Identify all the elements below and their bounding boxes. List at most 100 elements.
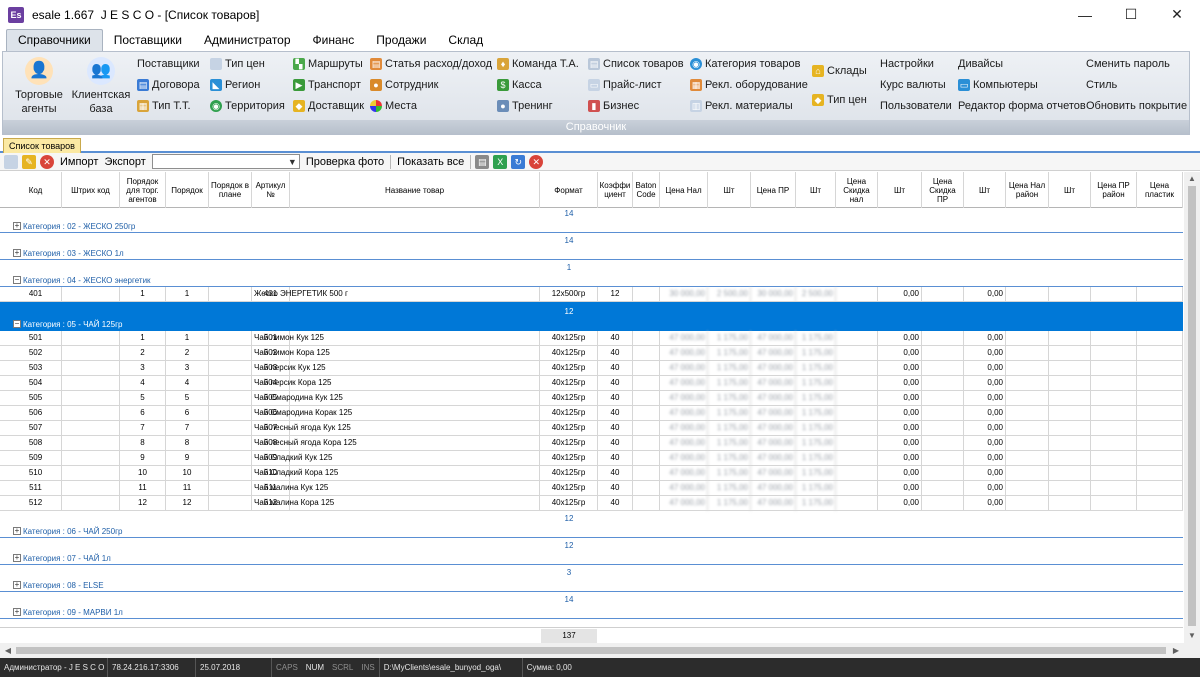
cell-order-agents[interactable]: 4 xyxy=(120,376,166,391)
cell-empty[interactable] xyxy=(922,436,964,451)
cell-order[interactable]: 1 xyxy=(166,287,209,302)
cell-disc-cash-qty[interactable]: 0,00 xyxy=(878,391,922,406)
table-row[interactable]: 506 6 6 506 Чай Смародина Корак 125 40x125гр 4… xyxy=(0,406,1183,421)
expand-icon[interactable]: + xyxy=(13,249,21,257)
cell-price-cash[interactable]: 47 000,00 xyxy=(660,391,708,406)
cell-order-agents[interactable]: 1 xyxy=(120,331,166,346)
cell-empty[interactable] xyxy=(836,346,878,361)
cell-order-agents[interactable]: 3 xyxy=(120,361,166,376)
cell-price-cash[interactable]: 47 000,00 xyxy=(660,436,708,451)
cell-order-agents[interactable]: 7 xyxy=(120,421,166,436)
cell-empty[interactable] xyxy=(836,436,878,451)
cell-empty[interactable] xyxy=(836,406,878,421)
cell-name[interactable]: Чай Сладкий Кук 125 xyxy=(252,451,540,466)
cell-coef[interactable]: 12 xyxy=(598,287,633,302)
ribbon-item-currency[interactable]: Курс валюты xyxy=(880,77,946,93)
cell-qty1[interactable]: 1 175,00 xyxy=(708,451,751,466)
cell-order[interactable]: 1 xyxy=(166,331,209,346)
cell-empty[interactable] xyxy=(1006,421,1049,436)
cell-empty[interactable] xyxy=(1137,331,1183,346)
cell-order-agents[interactable]: 8 xyxy=(120,436,166,451)
cell-price-cash[interactable]: 47 000,00 xyxy=(660,361,708,376)
column-header[interactable]: Порядок для торг. агентов xyxy=(120,172,166,208)
cell-coef[interactable]: 40 xyxy=(598,346,633,361)
table-row[interactable]: 507 7 7 507 Чай лесный ягода Кук 125 40x125гр… xyxy=(0,421,1183,436)
ribbon-item-cash[interactable]: $ Касса xyxy=(497,77,542,93)
new-document-icon[interactable] xyxy=(4,154,18,169)
cell-name[interactable]: Чай лесный ягода Кора 125 xyxy=(252,436,540,451)
cell-order-agents[interactable]: 5 xyxy=(120,391,166,406)
cell-qty2[interactable]: 1 175,00 xyxy=(796,361,836,376)
cell-order[interactable]: 10 xyxy=(166,466,209,481)
ribbon-item-settings[interactable]: Настройки xyxy=(880,56,934,72)
close-button[interactable]: ✕ xyxy=(1154,0,1200,29)
cell-disc-pr-qty[interactable]: 0,00 xyxy=(964,481,1006,496)
cell-disc-pr-qty[interactable]: 0,00 xyxy=(964,346,1006,361)
cell-coef[interactable]: 40 xyxy=(598,466,633,481)
ribbon-item-price-type[interactable]: Тип цен xyxy=(210,56,265,72)
ribbon-item-ad-equipment[interactable]: ▦ Рекл. оборудование xyxy=(690,77,808,93)
cell-qty2[interactable]: 2 500,00 xyxy=(796,287,836,302)
cell-empty[interactable] xyxy=(633,376,660,391)
ribbon-item-routes[interactable]: ▚ Маршруты xyxy=(293,56,363,72)
cell-empty[interactable] xyxy=(1006,496,1049,511)
cell-disc-cash-qty[interactable]: 0,00 xyxy=(878,346,922,361)
cell-name[interactable]: Жеско ЭНЕРГЕТИК 500 г xyxy=(252,287,540,302)
cell-empty[interactable] xyxy=(1006,346,1049,361)
cell-empty[interactable] xyxy=(62,406,120,421)
cell-empty[interactable] xyxy=(1091,287,1137,302)
cell-empty[interactable] xyxy=(922,421,964,436)
cell-code[interactable]: 512 xyxy=(10,496,62,511)
sales-agents-button[interactable]: 👤 Торговые агенты xyxy=(7,57,71,116)
category-group-row[interactable]: + Категория : 09 - МАРВИ 1л 14 xyxy=(0,592,1183,619)
cell-disc-cash-qty[interactable]: 0,00 xyxy=(878,496,922,511)
cell-empty[interactable] xyxy=(633,466,660,481)
cell-coef[interactable]: 40 xyxy=(598,436,633,451)
cell-empty[interactable] xyxy=(1091,346,1137,361)
cell-disc-cash-qty[interactable]: 0,00 xyxy=(878,481,922,496)
cell-empty[interactable] xyxy=(633,287,660,302)
cell-empty[interactable] xyxy=(633,481,660,496)
cell-code[interactable]: 502 xyxy=(10,346,62,361)
cell-price-cash[interactable]: 47 000,00 xyxy=(660,496,708,511)
cell-price-pr[interactable]: 30 000,00 xyxy=(751,287,796,302)
cell-empty[interactable] xyxy=(1137,346,1183,361)
cell-empty[interactable] xyxy=(922,406,964,421)
cell-qty1[interactable]: 2 500,00 xyxy=(708,287,751,302)
cell-price-cash[interactable]: 47 000,00 xyxy=(660,406,708,421)
cell-qty1[interactable]: 1 175,00 xyxy=(708,361,751,376)
column-header[interactable]: Штрих код xyxy=(62,172,120,208)
cell-empty[interactable] xyxy=(836,496,878,511)
cell-empty[interactable] xyxy=(62,287,120,302)
cell-name[interactable]: Чай лимон Кук 125 xyxy=(252,331,540,346)
cell-empty[interactable] xyxy=(1006,406,1049,421)
cell-empty[interactable] xyxy=(836,391,878,406)
cell-disc-cash-qty[interactable]: 0,00 xyxy=(878,451,922,466)
cell-empty[interactable] xyxy=(1049,287,1091,302)
expand-icon[interactable]: + xyxy=(13,581,21,589)
cell-empty[interactable] xyxy=(922,376,964,391)
cell-empty[interactable] xyxy=(62,436,120,451)
ribbon-item-product-list[interactable]: ▤ Список товаров xyxy=(588,56,684,72)
column-header[interactable]: Цена Нал xyxy=(660,172,708,208)
cell-empty[interactable] xyxy=(836,466,878,481)
ribbon-item-contracts[interactable]: ▤ Договора xyxy=(137,77,200,93)
maximize-button[interactable]: ☐ xyxy=(1108,0,1154,29)
ribbon-item-users[interactable]: Пользователи xyxy=(880,98,952,114)
tab-sklad[interactable]: Склад xyxy=(437,30,494,51)
collapse-icon[interactable]: − xyxy=(13,320,21,328)
table-row[interactable]: 502 2 2 502 Чай лимон Кора 125 40x125гр 40 47 0… xyxy=(0,346,1183,361)
cell-empty[interactable] xyxy=(62,481,120,496)
cell-empty[interactable] xyxy=(1137,436,1183,451)
cell-empty[interactable] xyxy=(62,391,120,406)
cell-format[interactable]: 40x125гр xyxy=(540,376,598,391)
cell-empty[interactable] xyxy=(62,346,120,361)
cell-empty[interactable] xyxy=(1137,391,1183,406)
cell-name[interactable]: Чай Сладкий Кора 125 xyxy=(252,466,540,481)
cell-qty2[interactable]: 1 175,00 xyxy=(796,466,836,481)
cell-order-agents[interactable]: 12 xyxy=(120,496,166,511)
cell-disc-pr-qty[interactable]: 0,00 xyxy=(964,451,1006,466)
cell-qty2[interactable]: 1 175,00 xyxy=(796,496,836,511)
cell-empty[interactable] xyxy=(1049,496,1091,511)
cell-name[interactable]: Чай малина Кук 125 xyxy=(252,481,540,496)
